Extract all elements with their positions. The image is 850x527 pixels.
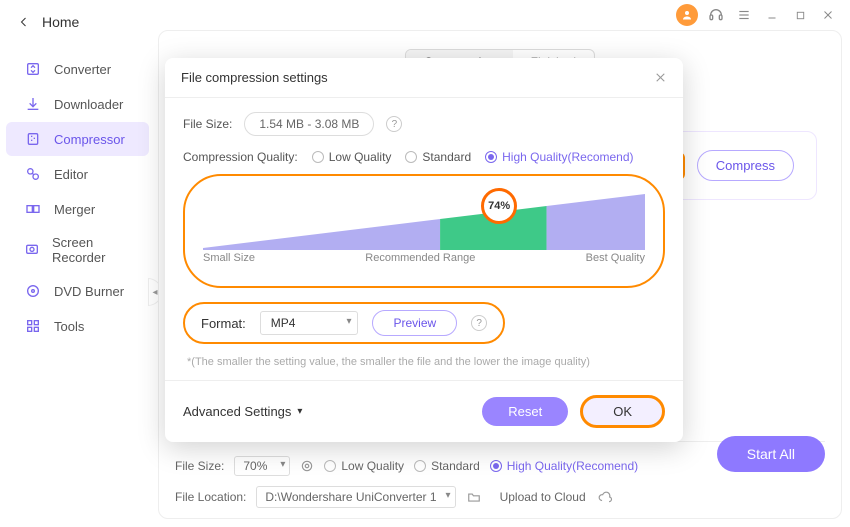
quality-low-option[interactable]: Low Quality — [312, 150, 392, 164]
converter-icon — [24, 60, 42, 78]
chevron-down-icon: ▾ — [297, 406, 302, 417]
target-icon[interactable] — [300, 459, 314, 473]
folder-icon[interactable] — [466, 490, 482, 504]
home-label: Home — [42, 14, 79, 30]
file-size-select[interactable]: 70% — [234, 456, 290, 476]
file-size-label: File Size: — [175, 459, 224, 473]
quality-label: Compression Quality: — [183, 150, 298, 164]
close-button[interactable] — [818, 5, 838, 25]
slider-thumb[interactable]: 74% — [481, 188, 517, 224]
editor-icon — [24, 165, 42, 183]
slider-wedge-icon — [203, 194, 645, 250]
file-size-label: File Size: — [183, 117, 232, 131]
tools-icon — [24, 317, 42, 335]
support-icon[interactable] — [706, 5, 726, 25]
sidebar-item-label: Compressor — [54, 132, 125, 147]
file-location-select[interactable]: D:\Wondershare UniConverter 1 — [256, 486, 455, 508]
back-icon — [18, 16, 30, 28]
compress-button[interactable]: Compress — [697, 150, 794, 181]
sidebar-item-label: Merger — [54, 202, 95, 217]
sidebar-item-dvd-burner[interactable]: DVD Burner — [6, 274, 149, 308]
bottom-bar: Start All File Size: 70% Low Quality Sta… — [175, 441, 825, 508]
sidebar-item-label: Tools — [54, 319, 84, 334]
upload-to-cloud-label: Upload to Cloud — [500, 490, 586, 504]
compression-settings-modal: File compression settings File Size: 1.5… — [165, 58, 683, 442]
sidebar-item-downloader[interactable]: Downloader — [6, 87, 149, 121]
sidebar-item-editor[interactable]: Editor — [6, 157, 149, 191]
format-row: Format: MP4 Preview ? — [183, 302, 505, 344]
downloader-icon — [24, 95, 42, 113]
sidebar-item-converter[interactable]: Converter — [6, 52, 149, 86]
format-select[interactable]: MP4 — [260, 311, 359, 335]
minimize-button[interactable] — [762, 5, 782, 25]
sidebar-item-screen-recorder[interactable]: Screen Recorder — [6, 227, 149, 273]
quality-standard-option[interactable]: Standard — [405, 150, 471, 164]
slider-small-label: Small Size — [203, 252, 255, 264]
quality-high-option[interactable]: High Quality(Recomend) — [485, 150, 633, 164]
quality-high-option[interactable]: High Quality(Recomend) — [490, 459, 638, 473]
modal-title: File compression settings — [181, 70, 328, 85]
start-all-button[interactable]: Start All — [717, 436, 825, 472]
compressor-icon — [24, 130, 42, 148]
sidebar-item-label: DVD Burner — [54, 284, 124, 299]
sidebar-item-label: Downloader — [54, 97, 123, 112]
user-avatar[interactable] — [676, 4, 698, 26]
help-icon[interactable]: ? — [386, 116, 402, 132]
merger-icon — [24, 200, 42, 218]
slider-best-label: Best Quality — [586, 252, 645, 264]
sidebar-item-label: Converter — [54, 62, 111, 77]
sidebar: Home Converter Downloader Compressor Edi… — [0, 0, 155, 527]
sidebar-item-tools[interactable]: Tools — [6, 309, 149, 343]
sidebar-item-label: Screen Recorder — [52, 235, 131, 265]
sidebar-item-merger[interactable]: Merger — [6, 192, 149, 226]
quality-slider[interactable]: 74% Small Size Recommended Range Best Qu… — [183, 174, 665, 288]
sidebar-item-label: Editor — [54, 167, 88, 182]
cloud-icon[interactable] — [596, 490, 614, 504]
dvd-icon — [24, 282, 42, 300]
hint-text: *(The smaller the setting value, the sma… — [187, 356, 661, 368]
preview-button[interactable]: Preview — [372, 310, 457, 336]
file-location-label: File Location: — [175, 490, 246, 504]
advanced-settings-toggle[interactable]: Advanced Settings ▾ — [183, 404, 302, 419]
maximize-button[interactable] — [790, 5, 810, 25]
home-nav[interactable]: Home — [0, 0, 155, 44]
file-size-range-field[interactable]: 1.54 MB - 3.08 MB — [244, 112, 374, 136]
recorder-icon — [24, 241, 40, 259]
ok-button[interactable]: OK — [580, 395, 665, 428]
menu-icon[interactable] — [734, 5, 754, 25]
modal-close-icon[interactable] — [654, 71, 667, 84]
quality-low-option[interactable]: Low Quality — [324, 459, 404, 473]
help-icon[interactable]: ? — [471, 315, 487, 331]
sidebar-item-compressor[interactable]: Compressor — [6, 122, 149, 156]
format-label: Format: — [201, 316, 246, 331]
slider-recommended-label: Recommended Range — [365, 252, 475, 264]
quality-standard-option[interactable]: Standard — [414, 459, 480, 473]
reset-button[interactable]: Reset — [482, 397, 568, 426]
titlebar — [676, 0, 850, 30]
